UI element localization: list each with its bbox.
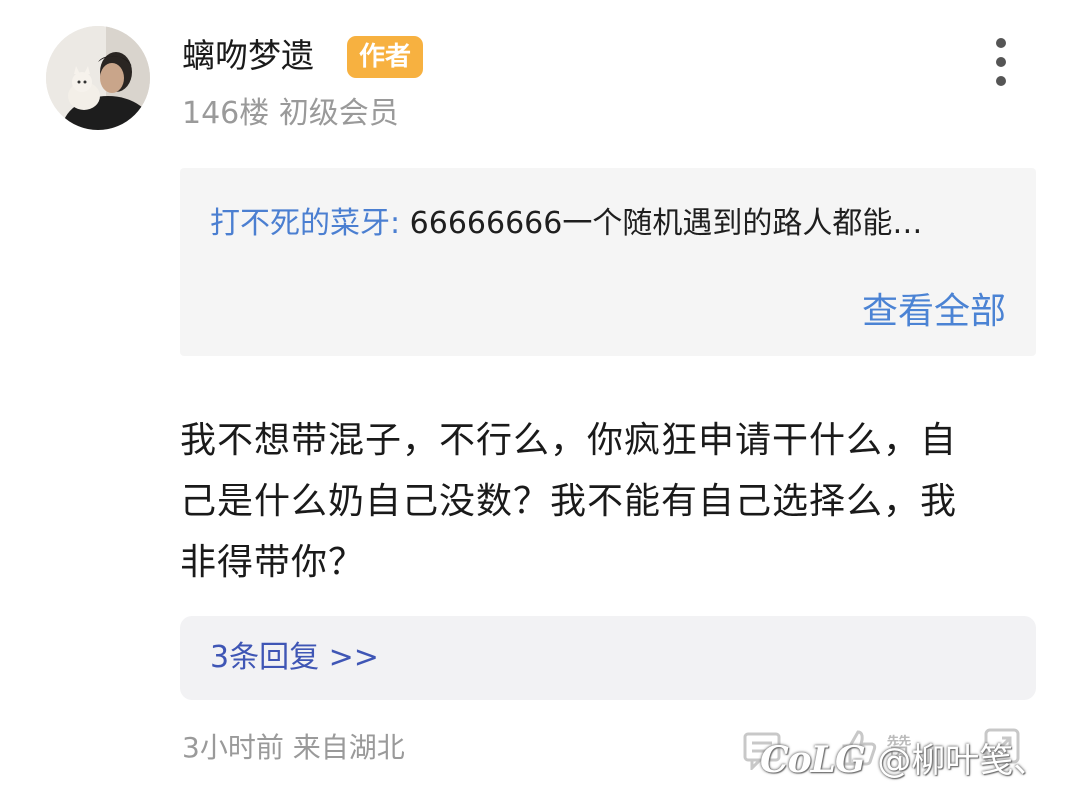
comment-body: 我不想带混子，不行么，你疯狂申请干什么，自 己是什么奶自己没数？我不能有自己选择… xyxy=(180,410,1040,593)
comment-line: 己是什么奶自己没数？我不能有自己选择么，我 xyxy=(180,481,958,522)
more-dot xyxy=(996,57,1006,67)
member-level: 初级会员 xyxy=(278,96,399,131)
user-avatar[interactable] xyxy=(46,26,150,130)
watermark: CoLG @柳叶笺、 xyxy=(760,738,1047,783)
view-all-link[interactable]: 查看全部 xyxy=(862,290,1006,334)
post-meta: 146楼 初级会员 xyxy=(182,94,399,134)
quote-text: 66666666一个随机遇到的路人都能… xyxy=(409,206,923,241)
watermark-handle: @柳叶笺、 xyxy=(877,741,1048,781)
post-location: 来自湖北 xyxy=(292,731,405,764)
more-vertical-icon xyxy=(996,38,1006,48)
post-time: 3小时前 xyxy=(182,731,284,764)
floor-number: 146楼 xyxy=(182,96,270,131)
avatar-photo-icon xyxy=(46,26,150,130)
watermark-brand: CoLG xyxy=(760,739,866,781)
replies-panel[interactable]: 3条回复 >> xyxy=(180,616,1036,700)
comment-line: 非得带你？ xyxy=(180,542,366,583)
comment-line: 我不想带混子，不行么，你疯狂申请干什么，自 xyxy=(180,420,958,461)
quoted-reply[interactable]: 打不死的菜牙: 66666666一个随机遇到的路人都能… 查看全部 xyxy=(180,168,1036,356)
username[interactable]: 螭吻梦遗 xyxy=(182,36,314,76)
more-dot xyxy=(996,76,1006,86)
comment-page: 螭吻梦遗 作者 146楼 初级会员 打不死的菜牙: 66666666一个随机遇到… xyxy=(0,0,1080,806)
comment-footer-meta: 3小时前 来自湖北 xyxy=(182,728,405,768)
quote-line: 打不死的菜牙: 66666666一个随机遇到的路人都能… xyxy=(210,204,1010,244)
quote-author-link[interactable]: 打不死的菜牙: xyxy=(210,206,400,241)
view-replies-link[interactable]: 3条回复 >> xyxy=(210,636,379,680)
author-badge: 作者 xyxy=(347,36,424,78)
more-options-button[interactable] xyxy=(986,38,1016,86)
